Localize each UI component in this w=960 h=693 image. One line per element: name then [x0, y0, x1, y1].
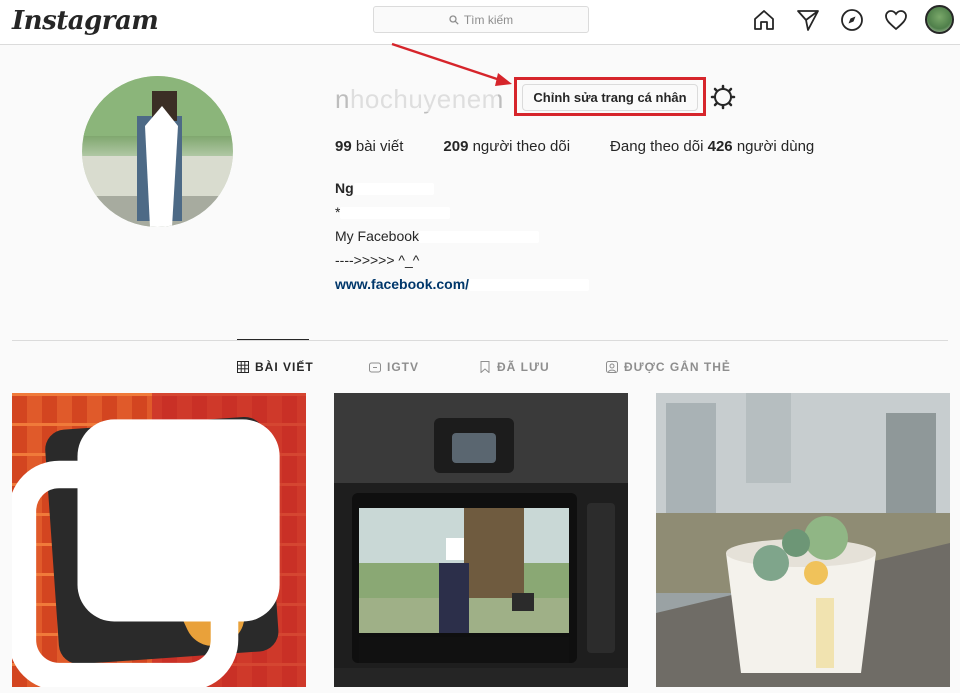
instagram-logo[interactable]: Instagram — [12, 6, 159, 36]
bio-line: * — [335, 200, 589, 224]
followers-count[interactable]: 209 người theo dõi — [443, 138, 570, 155]
post-thumbnail[interactable] — [656, 393, 950, 687]
tab-igtv[interactable]: IGTV — [369, 360, 419, 374]
tab-posts[interactable]: BÀI VIẾT — [237, 360, 314, 374]
tabs-divider — [12, 340, 948, 341]
tab-tagged[interactable]: ĐƯỢC GẮN THẺ — [606, 360, 731, 374]
tab-saved[interactable]: ĐÃ LƯU — [479, 360, 550, 374]
posts-count: 99 bài viết — [335, 138, 404, 155]
bookmark-icon — [480, 361, 490, 373]
home-icon[interactable] — [750, 6, 778, 34]
search-input[interactable]: Tìm kiếm — [373, 6, 589, 33]
profile-avatar[interactable] — [925, 5, 954, 34]
igtv-icon — [369, 362, 381, 373]
multiple-photos-icon — [12, 419, 280, 687]
profile-photo[interactable] — [82, 76, 233, 227]
tagged-icon — [606, 361, 618, 373]
explore-icon[interactable] — [838, 6, 866, 34]
bio-name: Ng — [335, 176, 589, 200]
username-redaction — [348, 88, 498, 112]
bio-link[interactable]: www.facebook.com/ — [335, 272, 590, 296]
search-icon — [449, 14, 459, 25]
grid-icon — [237, 361, 249, 373]
profile-stats: 99 bài viết 209 người theo dõi Đang theo… — [335, 138, 854, 155]
post-thumbnail[interactable] — [334, 393, 628, 687]
active-tab-indicator — [237, 339, 309, 340]
bio-line: My Facebook — [335, 224, 589, 248]
following-count[interactable]: Đang theo dõi 426 người dùng — [610, 138, 814, 155]
top-nav: Instagram Tìm kiếm — [0, 0, 960, 45]
search-placeholder: Tìm kiếm — [463, 12, 514, 27]
activity-icon[interactable] — [882, 6, 910, 34]
succulent-photo — [656, 393, 950, 687]
edit-profile-button[interactable]: Chỉnh sửa trang cá nhân — [522, 84, 698, 111]
camera-photo — [334, 393, 628, 687]
settings-icon[interactable] — [710, 84, 736, 110]
annotation-arrow — [391, 42, 512, 86]
post-thumbnail[interactable] — [12, 393, 306, 687]
profile-bio: Ng * My Facebook ---->>>>> ^_^ www.faceb… — [335, 176, 590, 296]
bio-line: ---->>>>> ^_^ — [335, 252, 420, 268]
direct-icon[interactable] — [794, 6, 822, 34]
